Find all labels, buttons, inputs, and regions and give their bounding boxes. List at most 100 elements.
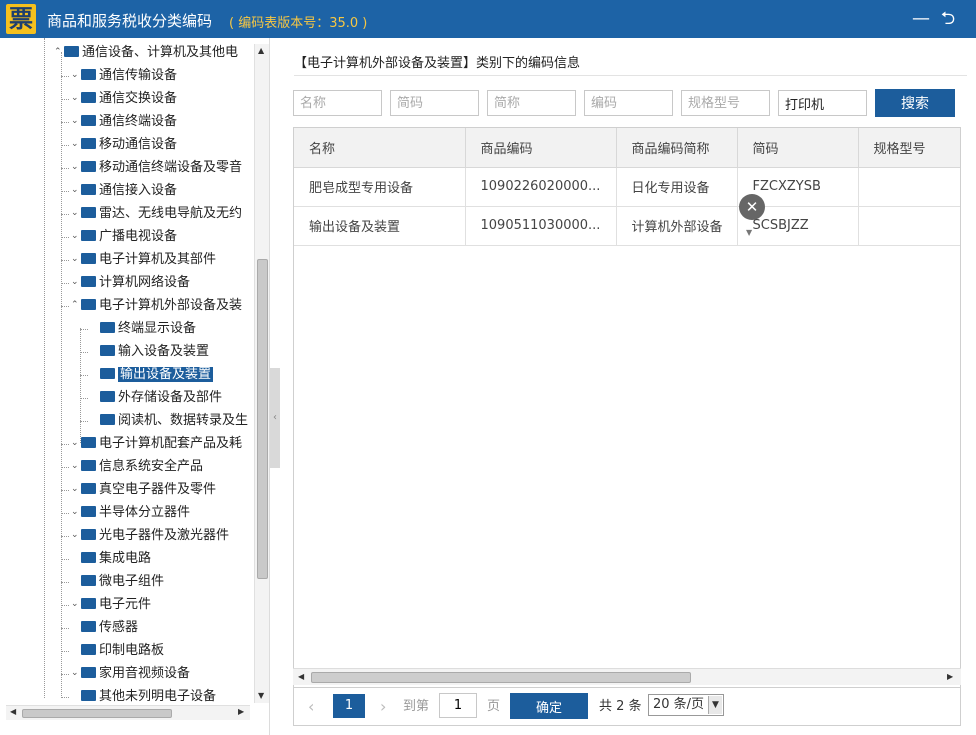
expand-icon[interactable]: ⌄ bbox=[71, 455, 81, 478]
tree-node[interactable]: ⌄信息系统安全产品 bbox=[71, 455, 203, 478]
column-header-short-name[interactable]: 商品编码简称 bbox=[616, 128, 737, 167]
scroll-left-icon[interactable]: ◀ bbox=[298, 672, 304, 681]
name-filter-input[interactable] bbox=[293, 90, 382, 116]
tree-node[interactable]: ⌄广播电视设备 bbox=[71, 225, 177, 248]
cell-spec[interactable] bbox=[858, 167, 961, 206]
collapse-icon[interactable]: ⌃ bbox=[54, 41, 64, 64]
tree-node[interactable]: ⌄通信接入设备 bbox=[71, 179, 177, 202]
scroll-left-icon[interactable]: ◀ bbox=[10, 707, 16, 716]
pane-splitter-handle[interactable]: ‹ bbox=[270, 368, 280, 468]
cell-name[interactable]: 肥皂成型专用设备 bbox=[294, 167, 465, 206]
scroll-right-icon[interactable]: ▶ bbox=[947, 672, 953, 681]
expand-icon[interactable]: ⌄ bbox=[71, 593, 81, 616]
page-number-current[interactable]: 1 bbox=[333, 694, 365, 718]
prev-page-icon[interactable]: ‹ bbox=[308, 697, 314, 717]
expand-icon[interactable]: ⌄ bbox=[71, 110, 81, 133]
tree-node[interactable]: 外存储设备及部件 bbox=[90, 386, 222, 409]
chevron-down-icon[interactable]: ▼ bbox=[746, 228, 752, 237]
tree-node[interactable]: 输出设备及装置 bbox=[90, 363, 213, 386]
tree-scroll-thumb[interactable] bbox=[257, 259, 268, 579]
code-filter-input[interactable] bbox=[584, 90, 673, 116]
column-header-name[interactable]: 名称 bbox=[294, 128, 465, 167]
tree-node[interactable]: ⌄通信交换设备 bbox=[71, 87, 177, 110]
table-row[interactable]: 输出设备及装置 1090511030000... 计算机外部设备 SCSBJZZ bbox=[294, 206, 961, 245]
folder-icon bbox=[81, 115, 96, 126]
folder-icon bbox=[81, 161, 96, 172]
back-icon[interactable]: ⮌ bbox=[936, 7, 960, 31]
keyword-input[interactable] bbox=[778, 90, 867, 116]
tree-node[interactable]: ⌄半导体分立器件 bbox=[71, 501, 190, 524]
cell-spec[interactable] bbox=[858, 206, 961, 245]
tree-connector bbox=[61, 191, 69, 192]
tree-node[interactable]: ⌄雷达、无线电导航及无约 bbox=[71, 202, 242, 225]
short-code-filter-input[interactable] bbox=[390, 90, 479, 116]
cell-short-name[interactable]: 日化专用设备 bbox=[616, 167, 737, 206]
cell-code[interactable]: 1090511030000... bbox=[465, 206, 616, 245]
tree-node[interactable]: 终端显示设备 bbox=[90, 317, 196, 340]
expand-icon[interactable]: ⌄ bbox=[71, 248, 81, 271]
expand-icon[interactable]: ⌄ bbox=[71, 179, 81, 202]
tree-node-label: 传感器 bbox=[99, 620, 138, 635]
tree-node[interactable]: ⌄移动通信终端设备及零音 bbox=[71, 156, 242, 179]
expand-icon[interactable]: ⌄ bbox=[71, 501, 81, 524]
tree-node[interactable]: ⌄通信传输设备 bbox=[71, 64, 177, 87]
chevron-down-icon[interactable]: ▼ bbox=[708, 696, 722, 714]
cell-code[interactable]: 1090226020000... bbox=[465, 167, 616, 206]
tree-node-label: 电子计算机及其部件 bbox=[99, 252, 216, 267]
short-name-filter-input[interactable] bbox=[487, 90, 576, 116]
cell-short-name[interactable]: 计算机外部设备 bbox=[616, 206, 737, 245]
tree-vertical-scrollbar[interactable]: ▲ ▼ bbox=[254, 44, 269, 703]
tree-node[interactable]: 微电子组件 bbox=[71, 570, 164, 593]
expand-icon[interactable]: ⌄ bbox=[71, 478, 81, 501]
table-horizontal-scrollbar[interactable]: ◀ ▶ bbox=[293, 668, 961, 685]
tree-node[interactable]: ⌃通信设备、计算机及其他电 bbox=[54, 41, 238, 64]
column-header-spec[interactable]: 规格型号 bbox=[858, 128, 961, 167]
search-button[interactable]: 搜索 bbox=[875, 89, 955, 117]
tree-node-label: 光电子器件及激光器件 bbox=[99, 528, 229, 543]
goto-page-input[interactable] bbox=[439, 693, 477, 718]
tree-node[interactable]: ⌄通信终端设备 bbox=[71, 110, 177, 133]
tree-node[interactable]: 输入设备及装置 bbox=[90, 340, 209, 363]
tree-node[interactable]: ⌄ 光电子器件及激光器件 bbox=[71, 524, 229, 547]
expand-icon[interactable]: ⌄ bbox=[71, 64, 81, 87]
tree-node[interactable]: 阅读机、数据转录及生 bbox=[90, 409, 248, 432]
expand-icon[interactable]: ⌄ bbox=[71, 524, 81, 547]
tree-node[interactable]: 集成电路 bbox=[71, 547, 151, 570]
next-page-icon[interactable]: › bbox=[380, 697, 386, 717]
tree-hscroll-thumb[interactable] bbox=[22, 709, 172, 718]
expand-icon[interactable]: ⌄ bbox=[71, 202, 81, 225]
minimize-button[interactable]: — bbox=[909, 7, 933, 31]
column-header-code[interactable]: 商品编码 bbox=[465, 128, 616, 167]
clear-icon[interactable]: ✕ bbox=[739, 194, 765, 220]
tree-node[interactable]: ⌄真空电子器件及零件 bbox=[71, 478, 216, 501]
tree-node-label: 电子元件 bbox=[99, 597, 151, 612]
tree-node[interactable]: ⌄ 电子计算机及其部件 bbox=[71, 248, 216, 271]
tree-node[interactable]: ⌄电子计算机配套产品及耗 bbox=[71, 432, 242, 455]
scroll-up-icon[interactable]: ▲ bbox=[258, 46, 264, 55]
tree-node[interactable]: ⌃电子计算机外部设备及装 bbox=[71, 294, 242, 317]
tree-horizontal-scrollbar[interactable]: ◀ ▶ bbox=[6, 705, 250, 720]
expand-icon[interactable]: ⌄ bbox=[71, 133, 81, 156]
page-size-select[interactable]: 20 条/页 ▼ bbox=[648, 694, 724, 716]
expand-icon[interactable]: ⌄ bbox=[71, 271, 81, 294]
scroll-right-icon[interactable]: ▶ bbox=[238, 707, 244, 716]
scroll-down-icon[interactable]: ▼ bbox=[258, 691, 264, 700]
tree-node[interactable]: 印制电路板 bbox=[71, 639, 164, 662]
expand-icon[interactable]: ⌄ bbox=[71, 87, 81, 110]
table-hscroll-thumb[interactable] bbox=[311, 672, 691, 683]
expand-icon[interactable]: ⌄ bbox=[71, 662, 81, 685]
tree-node[interactable]: ⌄计算机网络设备 bbox=[71, 271, 190, 294]
tree-node[interactable]: ⌄ 电子元件 bbox=[71, 593, 151, 616]
expand-icon[interactable]: ⌄ bbox=[71, 156, 81, 179]
cell-name[interactable]: 输出设备及装置 bbox=[294, 206, 465, 245]
tree-connector bbox=[61, 467, 69, 468]
expand-icon[interactable]: ⌄ bbox=[71, 225, 81, 248]
column-header-short-code[interactable]: 简码 bbox=[737, 128, 858, 167]
table-row[interactable]: 肥皂成型专用设备 1090226020000... 日化专用设备 FZCXZYS… bbox=[294, 167, 961, 206]
tree-node[interactable]: ⌄家用音视频设备 bbox=[71, 662, 190, 685]
confirm-page-button[interactable]: 确定 bbox=[510, 693, 588, 719]
tree-node[interactable]: 传感器 bbox=[71, 616, 138, 639]
spec-filter-input[interactable] bbox=[681, 90, 770, 116]
tree-node[interactable]: ⌄移动通信设备 bbox=[71, 133, 177, 156]
collapse-icon[interactable]: ⌃ bbox=[71, 294, 81, 317]
